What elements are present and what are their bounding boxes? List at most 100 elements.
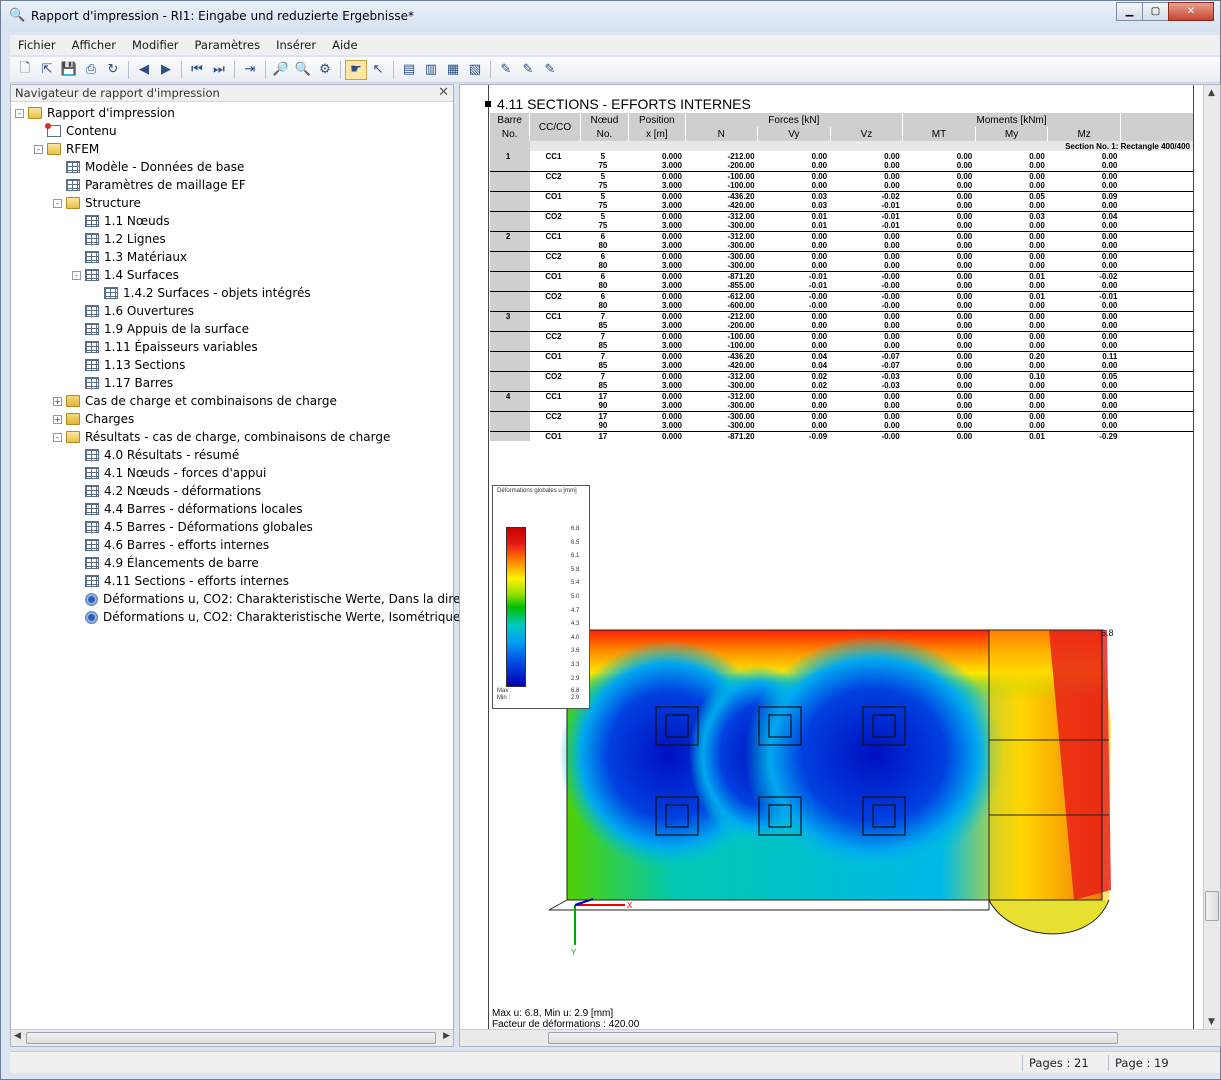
tree-item[interactable]: + Charges bbox=[11, 410, 453, 428]
select-tool-icon[interactable]: ☛ bbox=[345, 59, 367, 80]
expand-icon[interactable]: + bbox=[53, 396, 62, 406]
report-horizontal-scrollbar[interactable] bbox=[460, 1029, 1220, 1046]
close-button[interactable]: ✕ bbox=[1168, 2, 1214, 21]
table-cell: 6 bbox=[580, 270, 629, 281]
expand-icon[interactable]: + bbox=[53, 414, 62, 424]
next-icon[interactable]: ▶ bbox=[155, 60, 177, 80]
page-icon[interactable]: ▥ bbox=[420, 60, 442, 80]
tree-item[interactable]: 4.9 Élancements de barre bbox=[11, 554, 453, 572]
tree-item[interactable]: 1.1 Nœuds bbox=[11, 212, 453, 230]
tool-wrench-1-icon[interactable]: ✎ bbox=[495, 60, 517, 80]
save-icon[interactable]: 💾 bbox=[58, 60, 80, 80]
menu-aide[interactable]: Aide bbox=[324, 38, 365, 52]
collapse-icon[interactable]: - bbox=[34, 144, 43, 154]
horizontal-scroll-thumb[interactable] bbox=[548, 1032, 1118, 1044]
scroll-left-icon[interactable]: ◀ bbox=[14, 1031, 21, 1041]
navigator-horizontal-scrollbar[interactable]: ◀ ▶ bbox=[11, 1029, 453, 1046]
table-cell: 0.00 bbox=[1029, 281, 1045, 291]
collapse-icon[interactable]: - bbox=[53, 198, 62, 208]
table-cell: 0.04 bbox=[757, 350, 831, 361]
tree-item[interactable]: 1.17 Barres bbox=[11, 374, 453, 392]
tree-item[interactable]: Déformations u, CO2: Charakteristische W… bbox=[11, 608, 460, 626]
tool-wrench-2-icon[interactable]: ✎ bbox=[517, 60, 539, 80]
settings-icon[interactable]: ⚙ bbox=[314, 60, 336, 80]
collapse-icon[interactable]: - bbox=[53, 432, 62, 442]
tree-item[interactable]: - 1.4 Surfaces bbox=[11, 266, 453, 284]
tree-item[interactable]: 1.9 Appuis de la surface bbox=[11, 320, 453, 338]
table-cell: 0.00 bbox=[1029, 421, 1045, 431]
tree-item[interactable]: 4.4 Barres - déformations locales bbox=[11, 500, 453, 518]
tree-item[interactable]: Contenu bbox=[11, 122, 453, 140]
tree-item[interactable]: - Structure bbox=[11, 194, 453, 212]
menu-parametres[interactable]: Paramètres bbox=[187, 38, 269, 52]
table-cell bbox=[530, 301, 580, 311]
close-icon[interactable]: ✕ bbox=[438, 85, 449, 101]
report-vertical-scrollbar[interactable]: ▲ ▼ bbox=[1203, 85, 1220, 1030]
tree-item[interactable]: - Résultats - cas de charge, combinaisons… bbox=[11, 428, 453, 446]
tree-item[interactable]: - RFEM bbox=[11, 140, 453, 158]
collapse-icon[interactable]: - bbox=[15, 108, 24, 118]
table-cell: 0.01 bbox=[975, 430, 1048, 441]
tree-item[interactable]: 1.6 Ouvertures bbox=[11, 302, 453, 320]
table-cell: 5 bbox=[580, 190, 629, 201]
header-icon[interactable]: ▤ bbox=[398, 60, 420, 80]
table-cell: 0.00 bbox=[884, 151, 900, 161]
tree-item[interactable]: 4.2 Nœuds - déformations bbox=[11, 482, 453, 500]
tree-item[interactable]: 1.11 Épaisseurs variables bbox=[11, 338, 453, 356]
last-page-icon[interactable]: ⏭ bbox=[208, 60, 230, 80]
table-cell: -420.00 bbox=[727, 201, 755, 211]
open-icon[interactable]: ⇱ bbox=[36, 60, 58, 80]
zoom-out-icon[interactable]: 🔍 bbox=[292, 60, 314, 80]
scroll-down-icon[interactable]: ▼ bbox=[1208, 1017, 1215, 1027]
menu-fichier[interactable]: Fichier bbox=[10, 38, 64, 52]
tree-item[interactable]: 1.13 Sections bbox=[11, 356, 453, 374]
collapse-icon[interactable]: - bbox=[72, 270, 81, 280]
zoom-in-icon[interactable]: 🔎 bbox=[270, 60, 292, 80]
tree-item[interactable]: + Cas de charge et combinaisons de charge bbox=[11, 392, 453, 410]
tree-item[interactable]: - Rapport d'impression bbox=[11, 104, 453, 122]
table-cell: -600.00 bbox=[727, 301, 755, 311]
new-report-icon[interactable]: 🗋 bbox=[14, 60, 36, 80]
table-cell: 0.00 bbox=[956, 221, 973, 231]
tree-item[interactable]: 1.2 Lignes bbox=[11, 230, 453, 248]
tree-item[interactable]: Paramètres de maillage EF bbox=[11, 176, 453, 194]
pointer-icon[interactable]: ↖ bbox=[367, 60, 389, 80]
tree-item[interactable]: 4.1 Nœuds - forces d'appui bbox=[11, 464, 453, 482]
table-cell bbox=[489, 350, 530, 361]
export-icon[interactable]: ⇥ bbox=[239, 60, 261, 80]
table-cell: 0.00 bbox=[902, 310, 976, 321]
sheet-icon[interactable]: ▧ bbox=[464, 60, 486, 80]
tree-item[interactable]: 1.4.2 Surfaces - objets intégrés bbox=[11, 284, 453, 302]
menu-modifier[interactable]: Modifier bbox=[124, 38, 187, 52]
table-icon bbox=[85, 557, 99, 569]
table-cell: 0.00 bbox=[1029, 381, 1045, 391]
print-icon[interactable]: ⎙ bbox=[80, 60, 102, 80]
minimize-button[interactable]: ▁ bbox=[1116, 2, 1143, 21]
table-cell: 0.00 bbox=[956, 241, 973, 251]
tree-item[interactable]: 4.11 Sections - efforts internes bbox=[11, 572, 453, 590]
vertical-scroll-thumb[interactable] bbox=[1205, 891, 1219, 921]
menu-afficher[interactable]: Afficher bbox=[64, 38, 124, 52]
previous-icon[interactable]: ◀ bbox=[133, 60, 155, 80]
tree-item[interactable]: Déformations u, CO2: Charakteristische W… bbox=[11, 590, 502, 608]
table-cell: 0.00 bbox=[902, 190, 976, 201]
table-cell: -312.00 bbox=[685, 370, 758, 381]
first-page-icon[interactable]: ⏮ bbox=[186, 60, 208, 80]
refresh-icon[interactable]: ↻ bbox=[102, 60, 124, 80]
maximize-button[interactable]: ▢ bbox=[1142, 2, 1169, 21]
tool-wrench-3-icon[interactable]: ✎ bbox=[539, 60, 561, 80]
table-cell bbox=[489, 421, 530, 431]
tree-item[interactable]: 4.6 Barres - efforts internes bbox=[11, 536, 453, 554]
scroll-up-icon[interactable]: ▲ bbox=[1208, 88, 1215, 98]
layout-icon[interactable]: ▦ bbox=[442, 60, 464, 80]
tree-item[interactable]: Modèle - Données de base bbox=[11, 158, 453, 176]
scroll-right-icon[interactable]: ▶ bbox=[443, 1031, 450, 1041]
scroll-thumb[interactable] bbox=[26, 1032, 436, 1044]
tree-item[interactable]: 4.0 Résultats - résumé bbox=[11, 446, 453, 464]
legend-max: 6.8 bbox=[571, 688, 580, 694]
tree-item[interactable]: 1.3 Matériaux bbox=[11, 248, 453, 266]
menu-inserer[interactable]: Insérer bbox=[268, 38, 324, 52]
col-vy: Vy bbox=[757, 127, 831, 141]
tree-item[interactable]: 4.5 Barres - Déformations globales bbox=[11, 518, 453, 536]
table-icon bbox=[66, 179, 80, 191]
